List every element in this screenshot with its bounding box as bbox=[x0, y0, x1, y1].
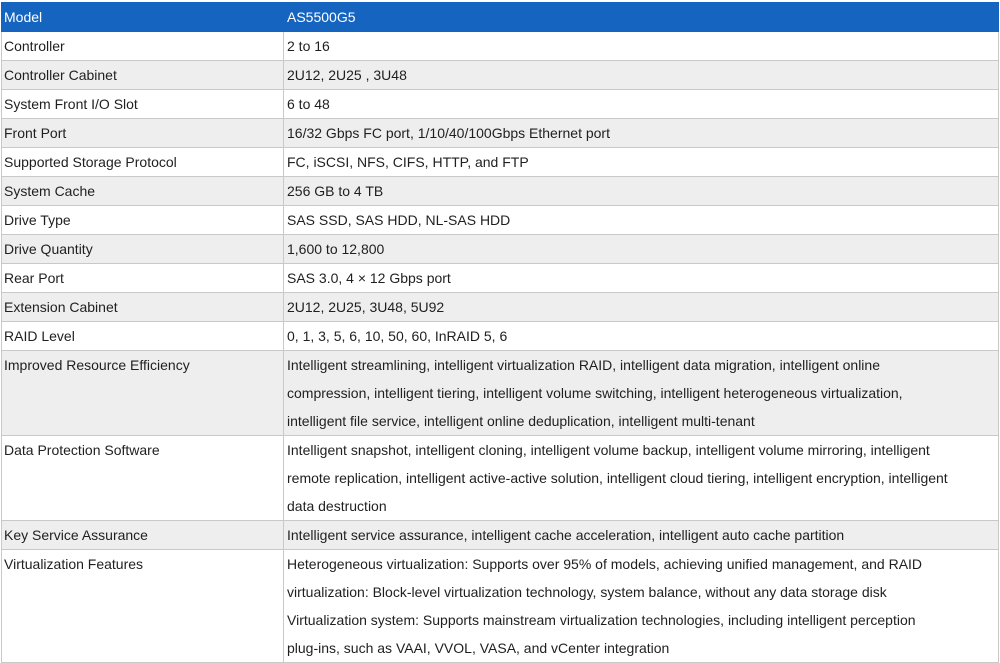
table-row: Front Port 16/32 Gbps FC port, 1/10/40/10… bbox=[1, 118, 999, 148]
value-line: 0, 1, 3, 5, 6, 10, 50, 60, InRAID 5, 6 bbox=[287, 328, 508, 344]
value-line: SAS SSD, SAS HDD, NL-SAS HDD bbox=[287, 212, 511, 228]
row-label-cell: System Front I/O Slot bbox=[1, 89, 284, 119]
row-label-cell: Controller Cabinet bbox=[1, 60, 284, 90]
value-line: intelligent file service, intelligent on… bbox=[287, 413, 755, 429]
row-label-cell: Key Service Assurance bbox=[1, 520, 284, 550]
table-row: Improved Resource Efficiency Intelligent … bbox=[1, 350, 999, 436]
table-row: Controller Cabinet 2U12, 2U25 , 3U48 bbox=[1, 60, 999, 90]
row-label-cell: Rear Port bbox=[1, 263, 284, 293]
row-value-cell: SAS 3.0, 4 × 12 Gbps port bbox=[283, 263, 999, 293]
row-value-cell: 256 GB to 4 TB bbox=[283, 176, 999, 206]
row-label-cell: RAID Level bbox=[1, 321, 284, 351]
row-value-cell: 0, 1, 3, 5, 6, 10, 50, 60, InRAID 5, 6 bbox=[283, 321, 999, 351]
value-line: Heterogeneous virtualization: Supports o… bbox=[287, 556, 923, 572]
row-value-cell: SAS SSD, SAS HDD, NL-SAS HDD bbox=[283, 205, 999, 235]
row-label-cell: Supported Storage Protocol bbox=[1, 147, 284, 177]
row-value-cell: Intelligent service assurance, intellige… bbox=[283, 520, 999, 550]
row-value-cell: 16/32 Gbps FC port, 1/10/40/100Gbps Ethe… bbox=[283, 118, 999, 148]
table-row: Drive Quantity 1,600 to 12,800 bbox=[1, 234, 999, 264]
row-label-cell: Drive Type bbox=[1, 205, 284, 235]
value-line: 2 to 16 bbox=[287, 38, 330, 54]
table-row: RAID Level 0, 1, 3, 5, 6, 10, 50, 60, InR… bbox=[1, 321, 999, 351]
value-line: 2U12, 2U25, 3U48, 5U92 bbox=[287, 299, 445, 315]
value-line: compression, intelligent tiering, intell… bbox=[287, 385, 903, 401]
row-label-cell: Improved Resource Efficiency bbox=[1, 350, 284, 436]
value-line: Intelligent service assurance, intellige… bbox=[287, 527, 845, 543]
table-row: System Front I/O Slot 6 to 48 bbox=[1, 89, 999, 119]
table-row: Data Protection Software Intelligent snap… bbox=[1, 435, 999, 521]
table-row: System Cache 256 GB to 4 TB bbox=[1, 176, 999, 206]
value-line: FC, iSCSI, NFS, CIFS, HTTP, and FTP bbox=[287, 154, 529, 170]
value-line: 1,600 to 12,800 bbox=[287, 241, 385, 257]
row-value-cell: Heterogeneous virtualization: Supports o… bbox=[283, 549, 999, 663]
value-line: virtualization: Block-level virtualizati… bbox=[287, 584, 887, 600]
value-line: 256 GB to 4 TB bbox=[287, 183, 384, 199]
value-line: 2U12, 2U25 , 3U48 bbox=[287, 67, 407, 83]
value-line: Intelligent snapshot, intelligent clonin… bbox=[287, 442, 930, 458]
table-header-row: Model AS5500G5 bbox=[1, 2, 999, 32]
row-label-cell: Drive Quantity bbox=[1, 234, 284, 264]
table-row: Controller 2 to 16 bbox=[1, 31, 999, 61]
table-row: Rear Port SAS 3.0, 4 × 12 Gbps port bbox=[1, 263, 999, 293]
table-row: Extension Cabinet 2U12, 2U25, 3U48, 5U92 bbox=[1, 292, 999, 322]
value-line: Virtualization system: Supports mainstre… bbox=[287, 612, 916, 628]
table-row: Drive Type SAS SSD, SAS HDD, NL-SAS HDD bbox=[1, 205, 999, 235]
row-value-cell: FC, iSCSI, NFS, CIFS, HTTP, and FTP bbox=[283, 147, 999, 177]
value-line: 6 to 48 bbox=[287, 96, 330, 112]
row-value-cell: 2U12, 2U25, 3U48, 5U92 bbox=[283, 292, 999, 322]
row-value-cell: 1,600 to 12,800 bbox=[283, 234, 999, 264]
value-line: remote replication, intelligent active-a… bbox=[287, 470, 948, 486]
row-value-cell: Intelligent snapshot, intelligent clonin… bbox=[283, 435, 999, 521]
row-label-cell: Controller bbox=[1, 31, 284, 61]
value-line: plug-ins, such as VAAI, VVOL, VASA, and … bbox=[287, 640, 670, 656]
row-value-cell: 2 to 16 bbox=[283, 31, 999, 61]
table-row: Supported Storage Protocol FC, iSCSI, NFS… bbox=[1, 147, 999, 177]
value-line: SAS 3.0, 4 × 12 Gbps port bbox=[287, 270, 451, 286]
value-line: 16/32 Gbps FC port, 1/10/40/100Gbps Ethe… bbox=[287, 125, 610, 141]
value-line: Intelligent streamlining, intelligent vi… bbox=[287, 357, 880, 373]
specification-table: Model AS5500G5 Controller 2 to 16 Controll… bbox=[1, 2, 999, 663]
table-row: Key Service Assurance Intelligent service… bbox=[1, 520, 999, 550]
header-label-cell: Model bbox=[1, 2, 284, 32]
header-value-cell: AS5500G5 bbox=[283, 2, 999, 32]
table-row: Virtualization Features Heterogeneous vir… bbox=[1, 549, 999, 663]
row-value-cell: 2U12, 2U25 , 3U48 bbox=[283, 60, 999, 90]
specification-table-body: Model AS5500G5 Controller 2 to 16 Controll… bbox=[1, 2, 999, 663]
row-label-cell: Front Port bbox=[1, 118, 284, 148]
row-value-cell: 6 to 48 bbox=[283, 89, 999, 119]
value-line: data destruction bbox=[287, 498, 387, 514]
row-value-cell: Intelligent streamlining, intelligent vi… bbox=[283, 350, 999, 436]
row-label-cell: System Cache bbox=[1, 176, 284, 206]
row-label-cell: Extension Cabinet bbox=[1, 292, 284, 322]
row-label-cell: Virtualization Features bbox=[1, 549, 284, 663]
row-label-cell: Data Protection Software bbox=[1, 435, 284, 521]
